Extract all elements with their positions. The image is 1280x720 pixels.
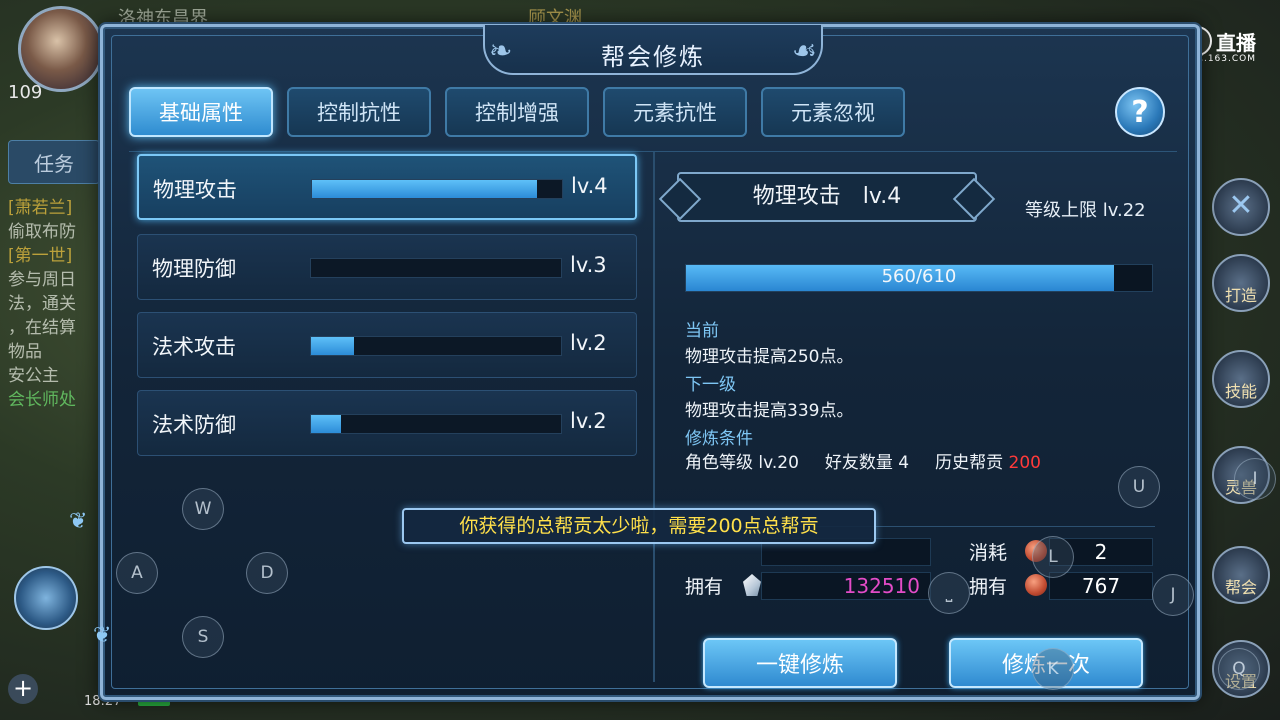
tab-basic-attributes[interactable]: 基础属性 xyxy=(129,87,273,137)
key-w[interactable]: W xyxy=(182,488,224,530)
guild-button[interactable]: 帮会 xyxy=(1212,546,1270,604)
joystick[interactable] xyxy=(14,566,78,630)
quest-line: 物品 xyxy=(8,342,42,362)
quest-line: 安公主 xyxy=(8,366,59,386)
condition-friends: 好友数量 4 xyxy=(824,453,910,473)
key-i[interactable]: I xyxy=(1234,458,1276,500)
skill-row[interactable]: 物理攻击 lv.4 xyxy=(137,154,637,220)
skill-progress-fill xyxy=(312,180,537,198)
tab-element-ignore[interactable]: 元素忽视 xyxy=(761,87,905,137)
current-effect: 物理攻击提高250点。 xyxy=(685,347,854,367)
skill-name: 物理防御 xyxy=(152,257,236,281)
skill-name: 法术攻击 xyxy=(152,335,236,359)
detail-title-plaque: 物理攻击 lv.4 xyxy=(677,172,977,222)
panel-title: 帮会修炼 xyxy=(601,43,705,71)
condition-contrib-label: 历史帮贡 xyxy=(935,453,1004,473)
tab-control-resist[interactable]: 控制抗性 xyxy=(287,87,431,137)
key-space[interactable]: ⎵ xyxy=(928,572,970,614)
skill-name: 法术防御 xyxy=(152,413,236,437)
player-avatar[interactable] xyxy=(18,6,104,92)
quest-line: [第一世] xyxy=(8,246,73,266)
quest-line: 参与周日 xyxy=(8,270,76,290)
own-label-left: 拥有 xyxy=(685,576,724,598)
expand-plus-icon[interactable]: + xyxy=(8,674,38,704)
logo-text: 直播 xyxy=(1216,30,1256,55)
skill-level: lv.2 xyxy=(570,409,607,433)
one-key-train-button[interactable]: 一键修炼 xyxy=(703,638,897,688)
butterfly-icon: ❦ xyxy=(69,509,88,534)
category-tabs: 基础属性 控制抗性 控制增强 元素抗性 元素忽视 xyxy=(129,87,905,137)
consume-label: 消耗 xyxy=(969,542,1008,564)
currency-coin-icon xyxy=(1025,574,1047,596)
skill-button[interactable]: 技能 xyxy=(1212,350,1270,408)
key-u[interactable]: U xyxy=(1118,466,1160,508)
skill-progress-fill xyxy=(311,415,341,433)
content-area: 物理攻击 lv.4 物理防御 lv.3 法术攻击 lv.2 法术防御 lv.2 … xyxy=(129,151,1177,688)
key-a[interactable]: A xyxy=(116,552,158,594)
condition-contrib-value: 200 xyxy=(1008,453,1041,473)
close-x-button[interactable]: ✕ xyxy=(1212,178,1270,236)
player-level: 109 xyxy=(8,82,43,103)
own-value-left: 132510 xyxy=(761,572,931,600)
own-label-right: 拥有 xyxy=(969,576,1008,598)
quest-line: 会长师处 xyxy=(8,390,76,410)
skill-progress-bar xyxy=(310,414,562,434)
key-l[interactable]: L xyxy=(1032,536,1074,578)
detail-title: 物理攻击 lv.4 xyxy=(752,184,902,209)
skill-row[interactable]: 物理防御 lv.3 xyxy=(137,234,637,300)
key-d[interactable]: D xyxy=(246,552,288,594)
task-tab[interactable]: 任务 xyxy=(8,140,100,184)
close-icon: ✕ xyxy=(1228,188,1254,223)
column-divider xyxy=(653,152,655,682)
quest-line: 法，通关 xyxy=(8,294,76,314)
condition-line: 角色等级 lv.20 好友数量 4 历史帮贡 200 xyxy=(685,448,1041,473)
quest-line: ，在结算 xyxy=(8,318,76,338)
skill-progress-bar xyxy=(310,336,562,356)
own-value-right: 767 xyxy=(1049,572,1153,600)
key-k[interactable]: K xyxy=(1032,648,1074,690)
skill-level: lv.3 xyxy=(570,253,607,277)
key-s[interactable]: S xyxy=(182,616,224,658)
level-cap: 等级上限 lv.22 xyxy=(1025,200,1146,221)
forge-button[interactable]: 打造 xyxy=(1212,254,1270,312)
skill-row[interactable]: 法术防御 lv.2 xyxy=(137,390,637,456)
title-ornament: ❧ ☙ 帮会修炼 xyxy=(483,25,823,75)
help-button[interactable]: ? xyxy=(1115,87,1165,137)
tab-element-resist[interactable]: 元素抗性 xyxy=(603,87,747,137)
quest-tracker[interactable]: [萧若兰] 偷取布防 [第一世] 参与周日 法，通关 ，在结算 物品 安公主 会… xyxy=(8,196,108,412)
skill-name: 物理攻击 xyxy=(153,178,237,202)
key-j[interactable]: J xyxy=(1152,574,1194,616)
exp-text: 560/610 xyxy=(881,266,957,287)
key-q[interactable]: Q xyxy=(1218,648,1260,690)
next-effect: 物理攻击提高339点。 xyxy=(685,401,854,421)
tab-control-boost[interactable]: 控制增强 xyxy=(445,87,589,137)
warning-tooltip: 你获得的总帮贡太少啦，需要200点总帮贡 xyxy=(402,508,876,544)
skill-row[interactable]: 法术攻击 lv.2 xyxy=(137,312,637,378)
quest-line: 偷取布防 xyxy=(8,222,76,242)
quest-line: [萧若兰] xyxy=(8,198,73,218)
skill-level: lv.4 xyxy=(571,174,608,198)
condition-heading: 修炼条件 xyxy=(685,429,753,449)
condition-role-level: 角色等级 lv.20 xyxy=(685,453,799,473)
next-heading: 下一级 xyxy=(685,375,736,395)
skill-progress-fill xyxy=(311,337,354,355)
butterfly-icon: ❦ xyxy=(93,623,112,648)
skill-progress-bar xyxy=(310,258,562,278)
skill-progress-bar xyxy=(311,179,563,199)
current-heading: 当前 xyxy=(685,321,719,341)
contribution-icon xyxy=(743,574,761,596)
skill-level: lv.2 xyxy=(570,331,607,355)
guild-training-panel: ❧ ☙ 帮会修炼 基础属性 控制抗性 控制增强 元素抗性 元素忽视 ? 物理攻击… xyxy=(69,24,1200,700)
